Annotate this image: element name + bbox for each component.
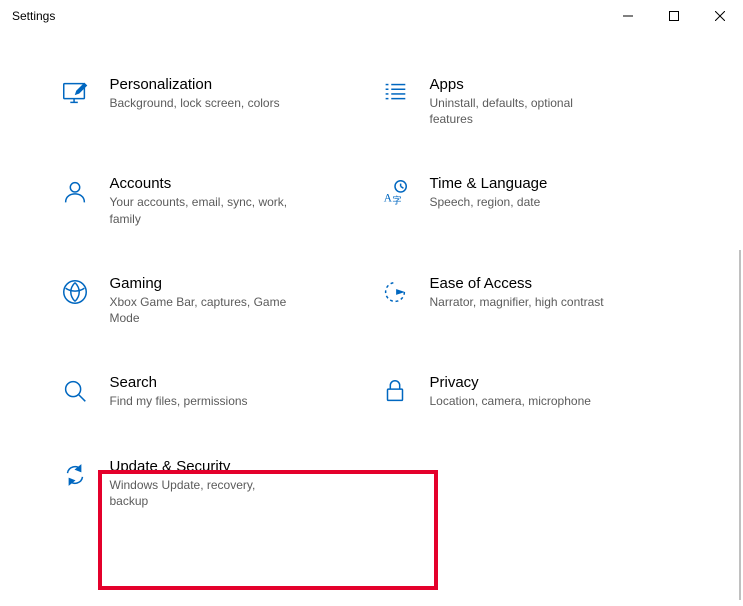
tile-title: Accounts bbox=[110, 175, 290, 192]
privacy-icon bbox=[378, 376, 412, 410]
tile-accounts[interactable]: Accounts Your accounts, email, sync, wor… bbox=[52, 171, 372, 230]
titlebar: Settings bbox=[0, 0, 743, 32]
update-security-icon bbox=[58, 460, 92, 494]
tile-privacy[interactable]: Privacy Location, camera, microphone bbox=[372, 370, 692, 414]
tile-title: Personalization bbox=[110, 76, 280, 93]
tile-desc: Windows Update, recovery, backup bbox=[110, 477, 290, 509]
ease-of-access-icon bbox=[378, 277, 412, 311]
window-controls bbox=[605, 0, 743, 32]
tile-desc: Uninstall, defaults, optional features bbox=[430, 95, 610, 127]
tile-search[interactable]: Search Find my files, permissions bbox=[52, 370, 372, 414]
tile-desc: Xbox Game Bar, captures, Game Mode bbox=[110, 294, 290, 326]
gaming-icon bbox=[58, 277, 92, 311]
window-title: Settings bbox=[12, 9, 55, 23]
vertical-scrollbar[interactable] bbox=[739, 250, 741, 600]
maximize-button[interactable] bbox=[651, 0, 697, 32]
personalization-icon bbox=[58, 78, 92, 112]
tile-ease-of-access[interactable]: Ease of Access Narrator, magnifier, high… bbox=[372, 271, 692, 330]
tile-apps[interactable]: Apps Uninstall, defaults, optional featu… bbox=[372, 72, 692, 131]
apps-icon bbox=[378, 78, 412, 112]
tile-title: Update & Security bbox=[110, 458, 290, 475]
tile-gaming[interactable]: Gaming Xbox Game Bar, captures, Game Mod… bbox=[52, 271, 372, 330]
tile-title: Time & Language bbox=[430, 175, 548, 192]
settings-grid: Personalization Background, lock screen,… bbox=[52, 72, 692, 514]
tile-title: Gaming bbox=[110, 275, 290, 292]
tile-time-language[interactable]: A 字 Time & Language Speech, region, date bbox=[372, 171, 692, 230]
tile-desc: Background, lock screen, colors bbox=[110, 95, 280, 111]
svg-text:字: 字 bbox=[392, 195, 401, 207]
tile-desc: Your accounts, email, sync, work, family bbox=[110, 194, 290, 226]
accounts-icon bbox=[58, 177, 92, 211]
tile-personalization[interactable]: Personalization Background, lock screen,… bbox=[52, 72, 372, 131]
tile-title: Privacy bbox=[430, 374, 591, 391]
tile-desc: Location, camera, microphone bbox=[430, 393, 591, 409]
time-language-icon: A 字 bbox=[378, 177, 412, 211]
tile-title: Ease of Access bbox=[430, 275, 604, 292]
minimize-button[interactable] bbox=[605, 0, 651, 32]
tile-title: Apps bbox=[430, 76, 610, 93]
tile-desc: Find my files, permissions bbox=[110, 393, 248, 409]
tile-desc: Speech, region, date bbox=[430, 194, 548, 210]
close-button[interactable] bbox=[697, 0, 743, 32]
tile-title: Search bbox=[110, 374, 248, 391]
tile-desc: Narrator, magnifier, high contrast bbox=[430, 294, 604, 310]
tile-update-security[interactable]: Update & Security Windows Update, recove… bbox=[52, 454, 372, 513]
settings-content: Personalization Background, lock screen,… bbox=[0, 32, 743, 514]
search-icon bbox=[58, 376, 92, 410]
